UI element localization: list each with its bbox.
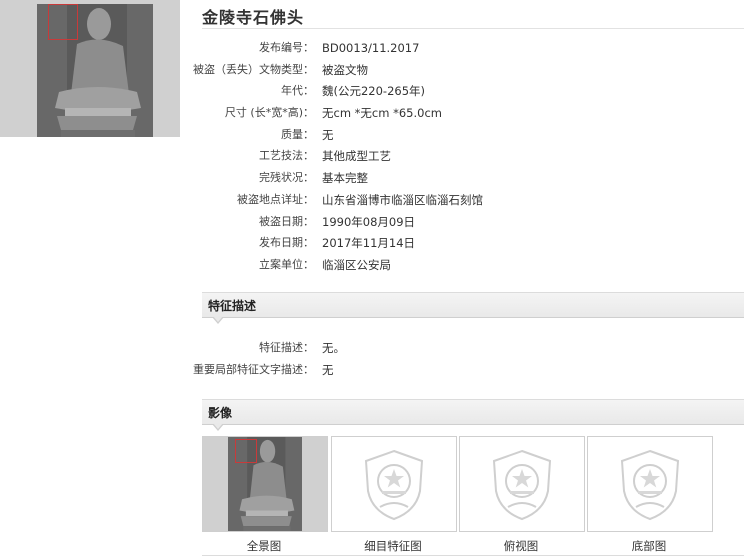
feature-label: 特征描述：	[259, 341, 314, 354]
gallery-thumb[interactable]	[459, 436, 585, 532]
info-label: 完残状况：	[259, 171, 314, 185]
info-label: 被盗（丢失）文物类型：	[193, 62, 314, 76]
feature-label: 重要局部特征文字描述：	[193, 362, 314, 376]
feature-row-description: 特征描述： 无。	[202, 338, 742, 360]
gallery-thumb[interactable]	[587, 436, 713, 532]
highlight-box	[48, 4, 78, 40]
gallery-caption: 全景图	[246, 539, 282, 553]
info-value: 无	[322, 127, 334, 142]
info-row-condition: 完残状况： 基本完整	[202, 168, 742, 190]
header-notch	[212, 423, 224, 431]
info-value: 其他成型工艺	[322, 149, 391, 164]
info-row-filing-unit: 立案单位： 临淄区公安局	[202, 255, 742, 277]
feature-row-local-text: 重要局部特征文字描述： 无	[193, 360, 742, 382]
main-artifact-image[interactable]	[0, 0, 180, 137]
info-label: 发布日期：	[259, 236, 314, 250]
info-value: 临淄区公安局	[322, 257, 391, 272]
info-value: 魏(公元220-265年)	[322, 84, 426, 99]
section-title: 影像	[208, 406, 233, 420]
info-value: 山东省淄博市临淄区临淄石刻馆	[322, 192, 483, 207]
gallery-item-top-view[interactable]: 俯视图	[459, 436, 585, 554]
gallery-item-panorama[interactable]: 全景图	[202, 436, 328, 554]
info-value: 2017年11月14日	[322, 236, 416, 251]
info-value: 1990年08月09日	[322, 214, 416, 229]
gallery-item-detail[interactable]: 细目特征图	[331, 436, 457, 554]
info-row-theft-date: 被盗日期： 1990年08月09日	[202, 212, 742, 234]
info-value: BD0013/11.2017	[322, 41, 420, 55]
feature-value: 无	[322, 362, 334, 377]
police-emblem-icon	[492, 449, 552, 521]
info-label: 年代：	[281, 84, 314, 98]
info-row-theft-location: 被盗地点详址： 山东省淄博市临淄区临淄石刻馆	[202, 190, 742, 212]
page-title: 金陵寺石佛头	[202, 8, 305, 27]
info-label: 尺寸 (长*宽*高)：	[224, 106, 314, 120]
info-value: 被盗文物	[322, 62, 368, 77]
title-divider	[202, 28, 744, 29]
features-section-header: 特征描述	[202, 292, 744, 324]
gallery-item-bottom-view[interactable]: 底部图	[587, 436, 713, 554]
image-gallery: 全景图 细目特征图 俯视图 底部图	[202, 436, 744, 556]
info-label: 质量：	[281, 127, 314, 141]
bottom-divider	[202, 555, 744, 556]
gallery-thumb[interactable]	[202, 436, 328, 532]
gallery-caption: 底部图	[631, 539, 667, 553]
images-section-header: 影像	[202, 399, 744, 431]
features-list: 特征描述： 无。 重要局部特征文字描述： 无	[193, 338, 742, 382]
gallery-thumb[interactable]	[331, 436, 457, 532]
info-label: 工艺技法：	[259, 149, 314, 163]
section-title: 特征描述	[208, 299, 257, 313]
feature-value: 无。	[322, 341, 345, 355]
police-emblem-icon	[620, 449, 680, 521]
info-row-dimensions: 尺寸 (长*宽*高)： 无cm *无cm *65.0cm	[202, 103, 742, 125]
info-label: 发布编号：	[259, 41, 314, 54]
info-value: 无cm *无cm *65.0cm	[322, 106, 442, 121]
header-notch	[212, 316, 224, 324]
highlight-box	[235, 439, 257, 463]
artifact-info-list: 发布编号： BD0013/11.2017 被盗（丢失）文物类型： 被盗文物 年代…	[193, 38, 742, 277]
gallery-caption: 细目特征图	[364, 539, 422, 553]
info-row-release-date: 发布日期： 2017年11月14日	[202, 233, 742, 255]
info-row-release-id: 发布编号： BD0013/11.2017	[202, 38, 742, 60]
info-value: 基本完整	[322, 171, 368, 186]
info-row-weight: 质量： 无	[202, 125, 742, 147]
gallery-caption: 俯视图	[503, 539, 539, 553]
info-row-type: 被盗（丢失）文物类型： 被盗文物	[193, 60, 742, 82]
info-row-technique: 工艺技法： 其他成型工艺	[202, 146, 742, 168]
info-label: 被盗地点详址：	[237, 192, 314, 206]
info-label: 立案单位：	[259, 257, 314, 271]
info-label: 被盗日期：	[259, 214, 314, 228]
info-row-era: 年代： 魏(公元220-265年)	[202, 81, 742, 103]
police-emblem-icon	[364, 449, 424, 521]
